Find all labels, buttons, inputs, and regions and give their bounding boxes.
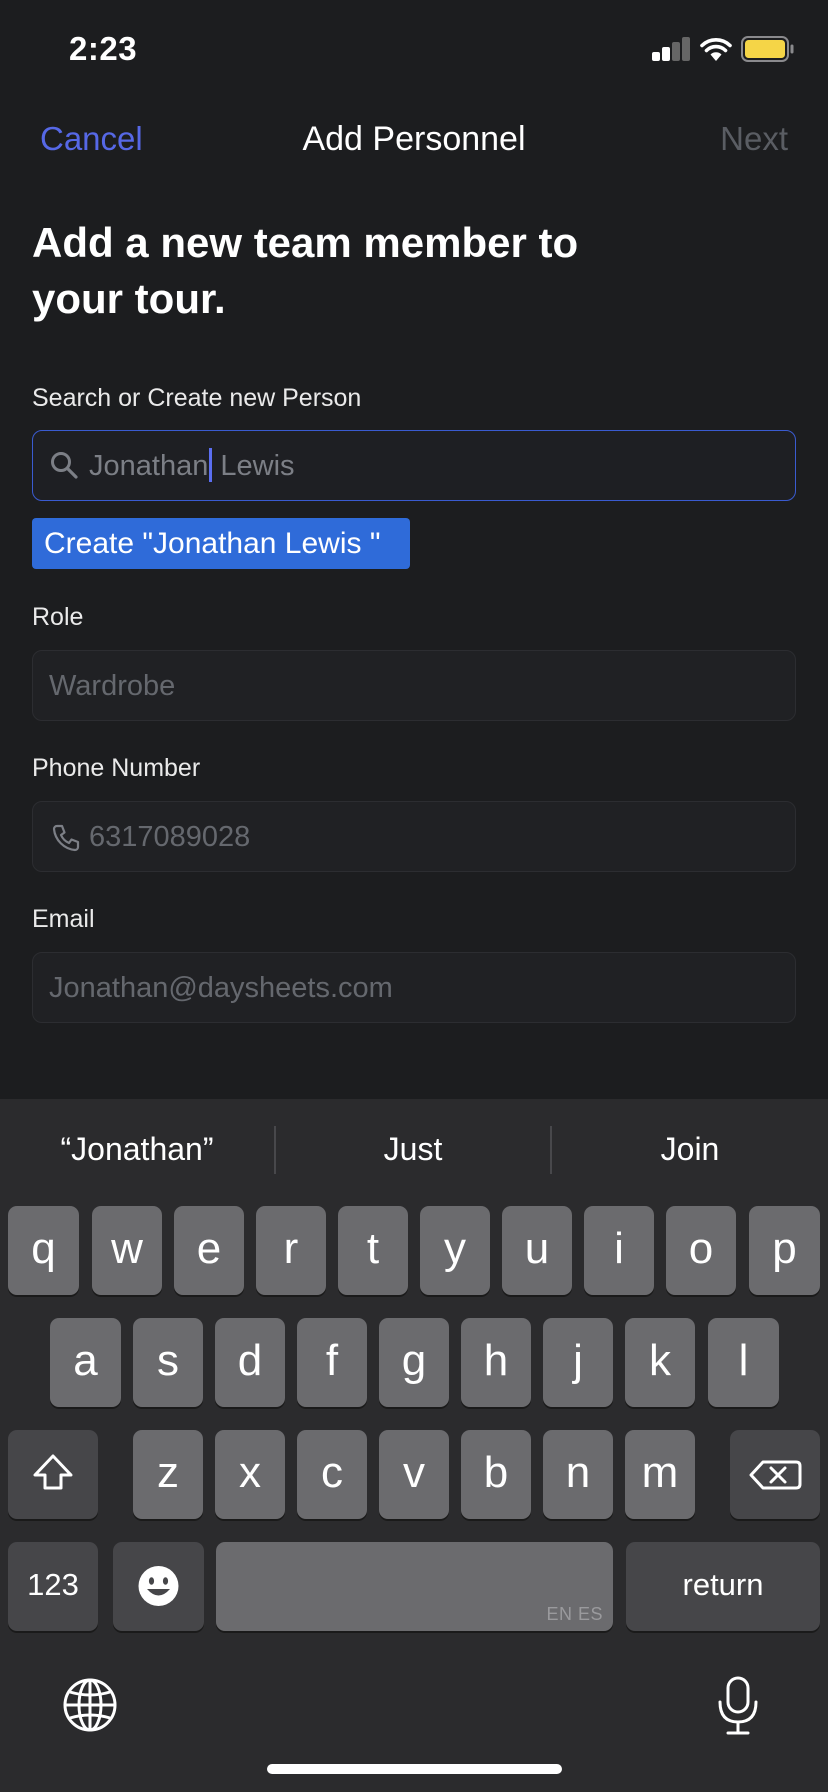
keyboard: “Jonathan” Just Join q w e r t y u i o p… [0,1099,828,1792]
backspace-icon [749,1460,802,1490]
key-b[interactable]: b [461,1430,531,1519]
key-v[interactable]: v [379,1430,449,1519]
text-cursor [209,448,213,483]
key-z[interactable]: z [133,1430,203,1519]
search-value: Jonathan Lewis [89,431,295,502]
key-c[interactable]: c [297,1430,367,1519]
shift-key[interactable] [8,1430,98,1519]
key-n[interactable]: n [543,1430,613,1519]
key-p[interactable]: p [749,1206,820,1295]
keyboard-suggestions: “Jonathan” Just Join [0,1099,828,1199]
wifi-icon [700,38,732,61]
role-placeholder: Wardrobe [49,670,176,702]
key-f[interactable]: f [297,1318,367,1407]
key-h[interactable]: h [461,1318,531,1407]
create-person-button[interactable]: Create "Jonathan Lewis " [32,518,410,569]
key-k[interactable]: k [625,1318,695,1407]
phone-placeholder: 6317089028 [89,821,251,853]
key-j[interactable]: j [543,1318,613,1407]
key-o[interactable]: o [666,1206,736,1295]
status-time: 2:23 [69,30,138,67]
phone-icon [52,824,80,852]
role-label: Role [32,603,84,631]
shift-icon [33,1454,73,1490]
key-l[interactable]: l [708,1318,779,1407]
return-key[interactable]: return [626,1542,820,1631]
globe-icon[interactable] [62,1677,118,1733]
suggestion-item[interactable]: Just [276,1099,550,1199]
form-heading: Add a new team member to your tour. [32,219,579,322]
search-input[interactable]: Jonathan Lewis [32,430,796,501]
key-a[interactable]: a [50,1318,121,1407]
key-e[interactable]: e [174,1206,244,1295]
cancel-button[interactable]: Cancel [40,120,143,158]
role-field[interactable]: Wardrobe [32,650,796,721]
suggestion-item[interactable]: Join [552,1099,828,1199]
key-d[interactable]: d [215,1318,285,1407]
key-s[interactable]: s [133,1318,203,1407]
numbers-key[interactable]: 123 [8,1542,98,1631]
key-r[interactable]: r [256,1206,326,1295]
battery-icon [741,36,794,62]
email-label: Email [32,905,95,933]
search-autocomplete-text: Lewis [212,450,295,482]
emoji-icon [138,1566,179,1606]
email-field[interactable]: Jonathan@daysheets.com [32,952,796,1023]
search-typed-text: Jonathan [89,450,209,482]
key-y[interactable]: y [420,1206,490,1295]
key-i[interactable]: i [584,1206,654,1295]
key-g[interactable]: g [379,1318,449,1407]
phone-label: Phone Number [32,754,201,782]
navigation-bar: Add Personnel Cancel Next [0,110,828,170]
space-key[interactable]: EN ES [216,1542,613,1631]
microphone-icon[interactable] [716,1676,760,1736]
key-t[interactable]: t [338,1206,408,1295]
space-key-languages: EN ES [546,1604,603,1624]
key-m[interactable]: m [625,1430,695,1519]
delete-key[interactable] [730,1430,820,1519]
key-x[interactable]: x [215,1430,285,1519]
search-label: Search or Create new Person [32,384,362,412]
search-icon [51,452,78,479]
suggestion-item[interactable]: “Jonathan” [0,1099,274,1199]
home-indicator[interactable] [267,1764,562,1774]
next-button[interactable]: Next [720,120,788,158]
status-bar: 2:23 [0,0,828,100]
emoji-key[interactable] [113,1542,204,1631]
key-w[interactable]: w [92,1206,162,1295]
key-q[interactable]: q [8,1206,79,1295]
phone-field[interactable]: 6317089028 [32,801,796,872]
email-placeholder: Jonathan@daysheets.com [49,972,393,1004]
cellular-signal-icon [652,37,690,61]
key-u[interactable]: u [502,1206,572,1295]
